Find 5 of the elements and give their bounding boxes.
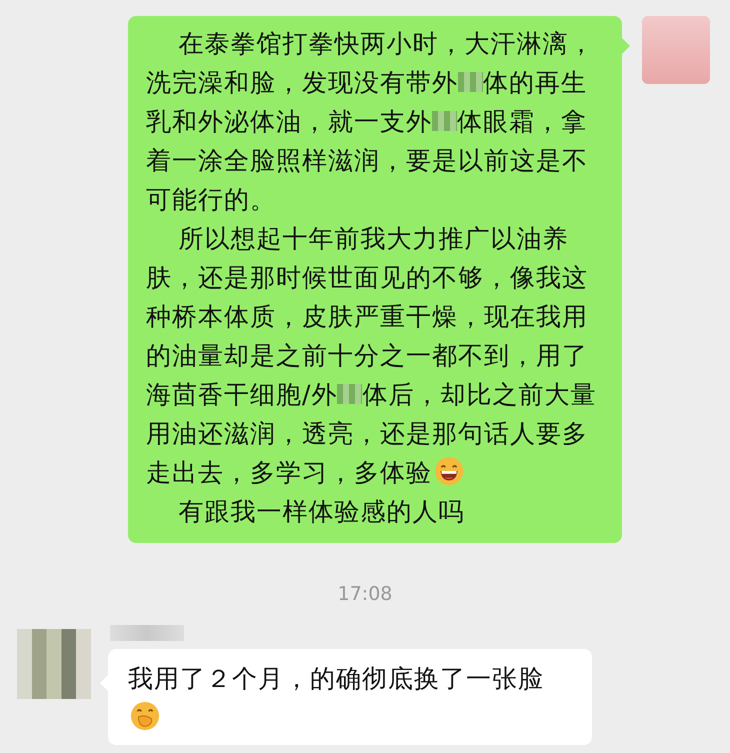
message-text: 所以想起十年前我大力推广以油养肤，还是那时候世面见的不够，像我这种桥本体质，皮肤严重干燥，现在我用的油量却是之前十分之一都不到，用了海茴香干细胞/外 体后，却比之前大量用油还滋润，透亮，还是那句话人要多走出去，多学习，多体验 xyxy=(146,223,598,489)
message-text: 我用了２个月，的确彻底换了一张脸 xyxy=(128,659,574,737)
message-text: 在泰拳馆打拳快两小时，大汗淋漓，洗完澡和脸，发现没有带外 体的再生乳和外泌体油，就一支外 体眼霜，拿着一涂全脸照样滋润，要是以前这是不可能行的。 xyxy=(146,28,596,216)
timestamp: 17:08 xyxy=(336,583,394,605)
message-text: 有跟我一样体验感的人吗 xyxy=(178,496,466,528)
